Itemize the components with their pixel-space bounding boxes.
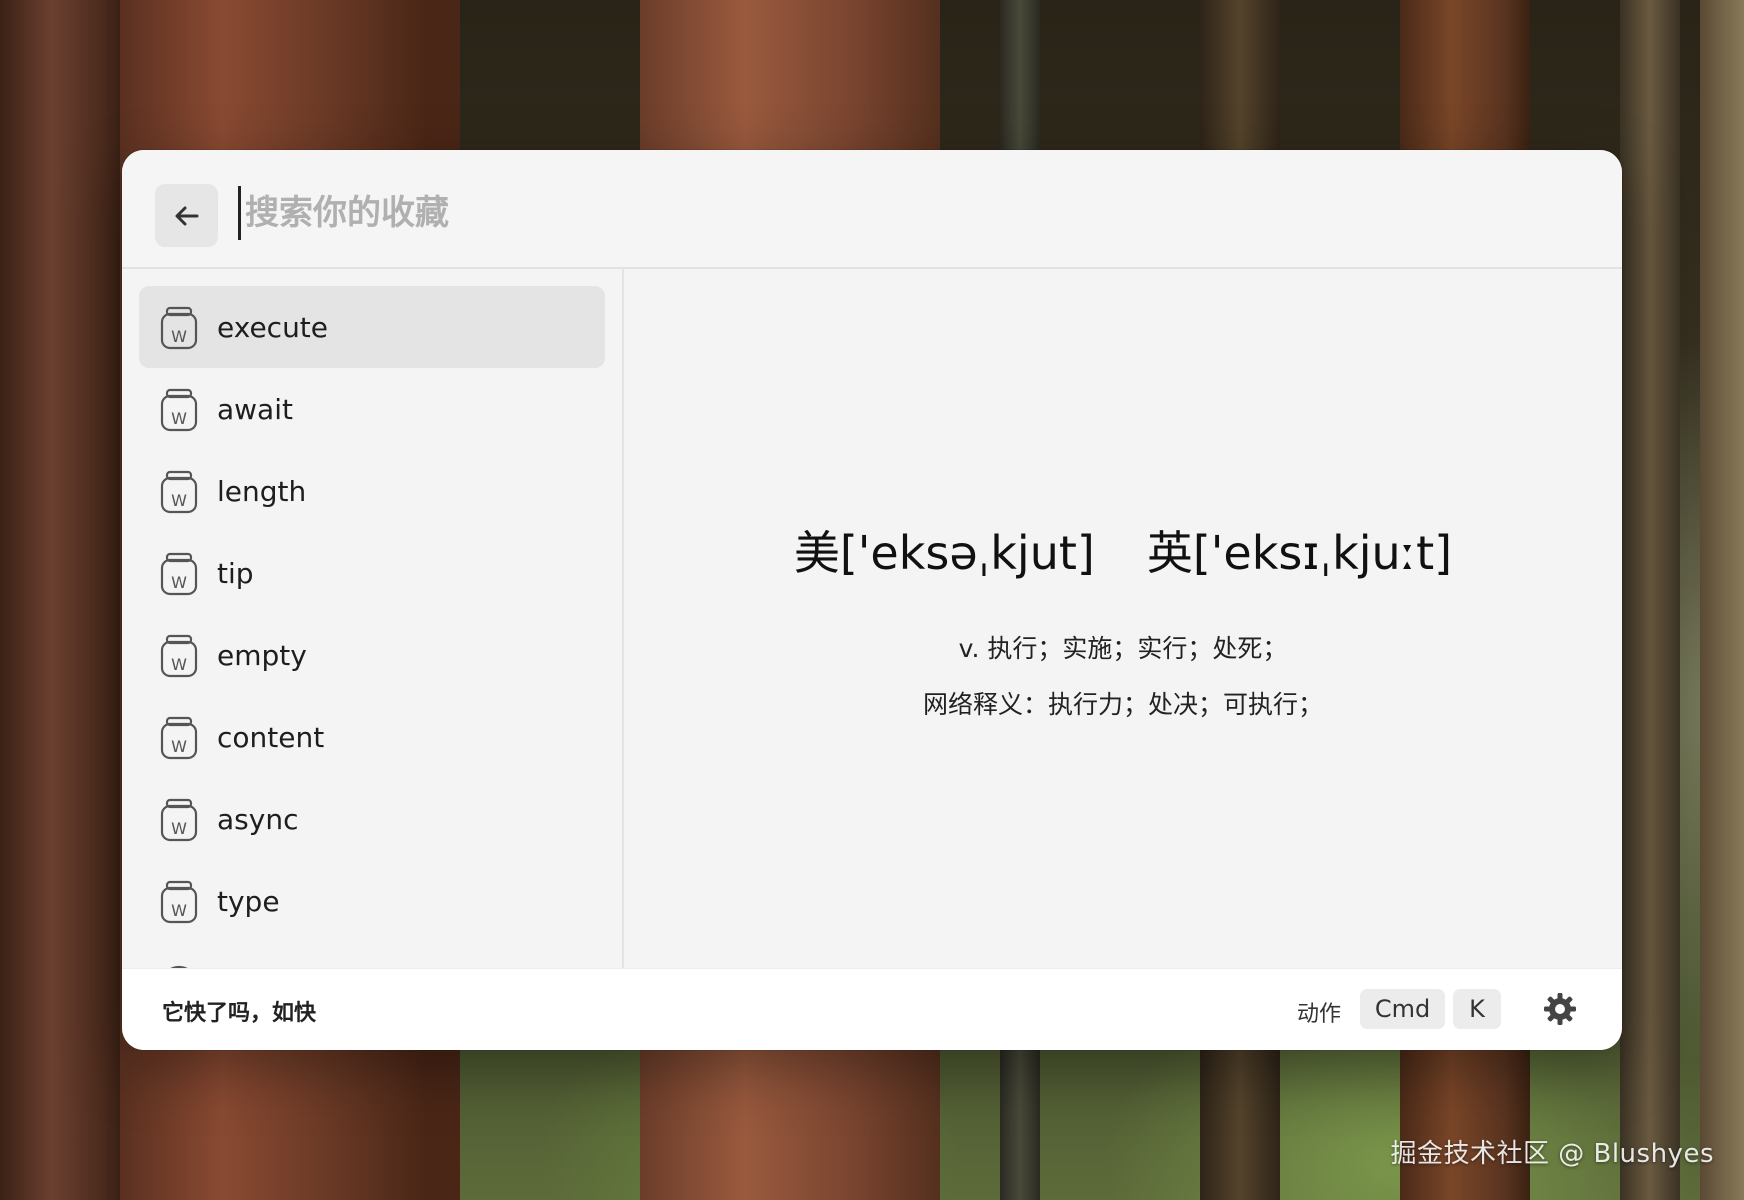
svg-text:W: W (171, 491, 187, 510)
arrow-left-icon (175, 206, 198, 225)
word-jar-icon: W (160, 798, 198, 842)
cmd-key-hint[interactable]: Cmd (1360, 989, 1445, 1029)
list-item-label: content (217, 720, 325, 754)
watermark: 掘金技术社区 @ Blushyes (1390, 1139, 1714, 1169)
list-item[interactable]: W content (139, 696, 605, 778)
list-item[interactable]: W await (139, 368, 605, 450)
phonetics: 美['eksəˌkjut] 英['eksɪˌkjuːt] (624, 517, 1622, 583)
list-item-label: type (217, 884, 280, 918)
status-text: 它快了吗，如快 (162, 1001, 317, 1026)
us-phonetic: 美['eksəˌkjut] (793, 526, 1095, 580)
list-item-label: await (217, 392, 293, 426)
footer-bar: 它快了吗，如快 动作 Cmd K (122, 968, 1622, 1050)
list-item[interactable]: W tip (139, 532, 605, 614)
word-jar-icon: W (160, 306, 198, 350)
list-item-label: execute (217, 310, 329, 344)
list-item-label: tip (217, 556, 254, 590)
word-jar-icon: W (160, 634, 198, 678)
list-item-label: length (217, 474, 307, 508)
list-item[interactable]: W empty (139, 614, 605, 696)
list-item[interactable]: W length (139, 450, 605, 532)
word-detail-panel: 美['eksəˌkjut] 英['eksɪˌkjuːt] v. 执行；实施；实行；… (624, 269, 1622, 969)
word-jar-icon: W (160, 716, 198, 760)
uk-phonetic: 英['eksɪˌkjuːt] (1146, 526, 1453, 580)
search-header (122, 150, 1622, 269)
list-item[interactable]: W execute (139, 286, 605, 368)
actions-label[interactable]: 动作 (1297, 996, 1341, 1028)
background-tree (0, 0, 130, 1200)
back-button[interactable] (155, 184, 218, 247)
svg-text:W: W (171, 327, 187, 346)
word-jar-icon: W (160, 880, 198, 924)
app-window: W execute W await W length W (122, 150, 1622, 1050)
gear-icon[interactable] (1542, 991, 1578, 1027)
web-definition: 网络释义：执行力；处决；可执行； (922, 690, 1323, 719)
background-tree (1700, 0, 1744, 1200)
list-item-label: empty (217, 638, 307, 672)
svg-text:W: W (171, 655, 187, 674)
list-item[interactable]: W type (139, 860, 605, 942)
svg-text:W: W (171, 901, 187, 920)
search-input[interactable] (238, 186, 1545, 240)
svg-text:W: W (171, 409, 187, 428)
favorites-list: W execute W await W length W tip W empty… (122, 269, 624, 969)
svg-text:W: W (171, 737, 187, 756)
word-jar-icon: W (160, 552, 198, 596)
k-key-hint[interactable]: K (1453, 989, 1501, 1029)
svg-text:W: W (171, 573, 187, 592)
background-tree (1620, 0, 1680, 1200)
word-jar-icon: W (160, 388, 198, 432)
list-item-label: async (217, 802, 299, 836)
list-item[interactable]: W async (139, 778, 605, 860)
definition: v. 执行；实施；实行；处死； (958, 634, 1288, 663)
list-item-partial[interactable] (139, 942, 605, 969)
svg-text:W: W (171, 819, 187, 838)
word-jar-icon: W (160, 470, 198, 514)
